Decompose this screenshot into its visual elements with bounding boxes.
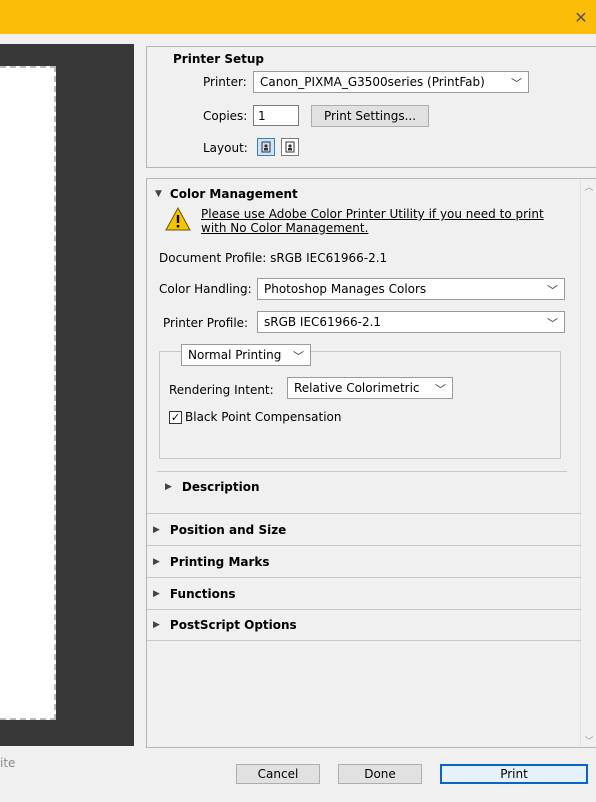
section-label: Printing Marks	[169, 554, 270, 569]
printer-setup-title: Printer Setup	[173, 52, 264, 66]
print-button[interactable]: Print	[440, 764, 588, 784]
color-handling-value: Photoshop Manages Colors	[264, 282, 427, 296]
color-handling-label: Color Handling:	[159, 282, 252, 296]
chevron-down-icon: ﹀	[435, 383, 446, 396]
rendering-intent-select[interactable]: Relative Colorimetric ﹀	[287, 377, 453, 399]
printer-profile-label: Printer Profile:	[163, 316, 249, 330]
black-point-checkbox[interactable]: ✓	[169, 411, 182, 424]
scroll-up-icon[interactable]: ︿	[581, 179, 596, 193]
printing-mode-select[interactable]: Normal Printing ﹀	[181, 344, 311, 366]
paper-preview	[0, 66, 56, 720]
chevron-down-icon: ﹀	[511, 77, 522, 90]
color-handling-select[interactable]: Photoshop Manages Colors ﹀	[257, 278, 565, 300]
printer-label: Printer:	[203, 75, 247, 89]
print-settings-button[interactable]: Print Settings...	[311, 105, 429, 127]
copies-label: Copies:	[203, 109, 248, 123]
triangle-right-icon: ▶	[153, 620, 160, 630]
printer-select[interactable]: Canon_PIXMA_G3500series (PrintFab) ﹀	[253, 71, 529, 93]
triangle-right-icon: ▶	[153, 524, 160, 535]
section-functions[interactable]: ▶ Functions	[147, 577, 581, 609]
triangle-right-icon: ▶	[153, 588, 160, 599]
triangle-right-icon: ▶	[153, 556, 160, 567]
description-section-header[interactable]: ▶ Description	[157, 471, 567, 503]
print-preview	[0, 44, 134, 746]
printer-setup-panel: Printer Setup Printer: Canon_PIXMA_G3500…	[146, 46, 596, 168]
warning-line-1: Please use Adobe Color Printer Utility i…	[201, 207, 544, 221]
portrait-layout-icon[interactable]	[257, 138, 275, 156]
printing-mode-value: Normal Printing	[188, 348, 282, 362]
rendering-intent-label: Rendering Intent:	[169, 383, 274, 397]
copies-field[interactable]: 1	[253, 105, 299, 126]
vertical-scrollbar[interactable]: ︿ ﹀	[580, 179, 596, 747]
warning-icon	[165, 206, 191, 231]
layout-label: Layout:	[203, 141, 248, 155]
color-management-header[interactable]: ▼ Color Management	[155, 187, 298, 201]
section-label: Functions	[169, 586, 236, 601]
triangle-down-icon: ▼	[155, 189, 162, 199]
warning-line-2: with No Color Management.	[201, 221, 369, 235]
chevron-down-icon: ﹀	[293, 350, 304, 363]
printer-profile-select[interactable]: sRGB IEC61966-2.1 ﹀	[257, 311, 565, 333]
done-button[interactable]: Done	[338, 764, 422, 784]
section-position-and-size[interactable]: ▶ Position and Size	[147, 513, 581, 545]
description-label: Description	[181, 480, 260, 494]
black-point-label: Black Point Compensation	[185, 410, 342, 424]
color-management-title: Color Management	[169, 187, 298, 201]
section-label: PostScript Options	[169, 618, 297, 632]
chevron-down-icon: ﹀	[547, 317, 558, 330]
cancel-button[interactable]: Cancel	[236, 764, 320, 784]
section-label: Position and Size	[169, 522, 287, 537]
color-printer-utility-link[interactable]: Please use Adobe Color Printer Utility i…	[201, 207, 571, 235]
title-bar: ✕	[0, 0, 596, 34]
landscape-layout-icon[interactable]	[281, 138, 299, 156]
document-profile-text: Document Profile: sRGB IEC61966-2.1	[159, 251, 388, 265]
rendering-intent-value: Relative Colorimetric	[294, 381, 420, 395]
close-icon[interactable]: ✕	[566, 0, 596, 34]
printing-options-group	[159, 351, 561, 459]
preview-footer-text: ite	[0, 756, 16, 770]
printer-select-value: Canon_PIXMA_G3500series (PrintFab)	[260, 75, 485, 89]
printer-profile-value: sRGB IEC61966-2.1	[264, 315, 382, 329]
section-printing-marks[interactable]: ▶ Printing Marks	[147, 545, 581, 577]
settings-scroll-panel[interactable]: ︿ ﹀ ▼ Color Management Please use Adobe …	[146, 178, 596, 748]
chevron-down-icon: ﹀	[547, 284, 558, 297]
scroll-down-icon[interactable]: ﹀	[581, 733, 596, 747]
triangle-right-icon: ▶	[165, 482, 172, 492]
section-postscript-options[interactable]: ▶ PostScript Options	[147, 609, 581, 641]
